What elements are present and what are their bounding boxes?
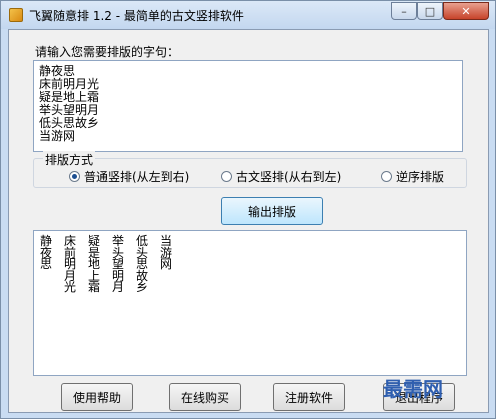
buy-online-button[interactable]: 在线购买 [169, 383, 241, 411]
input-line: 疑是地上霜 [39, 90, 100, 104]
layout-group-label: 排版方式 [43, 151, 96, 168]
output-text-area[interactable]: 静夜思床前明月光疑是地上霜举头望明月低头思故乡当游网 [33, 230, 467, 376]
main-panel: 请输入您需要排版的字句： 静夜思 床前明月光 疑是地上霜 举头望明月 低头思故乡 当游网 … [8, 29, 489, 413]
title-bar[interactable]: 飞翼随意排 1.2 - 最简单的古文竖排软件 – □ ✕ [1, 1, 495, 29]
text-input-area[interactable]: 静夜思 床前明月光 疑是地上霜 举头望明月 低头思故乡 当游网 [33, 60, 463, 152]
output-column: 静夜思 [40, 235, 64, 294]
radio-button[interactable] [221, 171, 232, 182]
window-title: 飞翼随意排 1.2 - 最简单的古文竖排软件 [29, 9, 244, 23]
input-line: 低头思故乡 [39, 116, 100, 130]
output-column: 床前明月光 [64, 235, 88, 294]
input-line: 静夜思 [39, 64, 76, 78]
output-column: 当游网 [160, 235, 184, 294]
input-line: 当游网 [39, 129, 76, 143]
output-column: 举头望明月 [112, 235, 136, 294]
output-char: 霜 [88, 280, 101, 294]
output-char: 光 [64, 280, 77, 294]
input-line: 床前明月光 [39, 77, 100, 91]
output-layout-button[interactable]: 输出排版 [221, 197, 323, 225]
prompt-label: 请输入您需要排版的字句： [35, 45, 180, 59]
help-button[interactable]: 使用帮助 [61, 383, 133, 411]
output-column: 低头思故乡 [136, 235, 160, 294]
input-line: 举头望明月 [39, 103, 100, 117]
app-icon [9, 8, 23, 22]
radio-label: 古文竖排(从右到左) [236, 170, 342, 184]
radio-label: 普通竖排(从左到右) [84, 170, 190, 184]
close-button[interactable]: ✕ [443, 2, 489, 20]
minimize-button[interactable]: – [391, 2, 417, 20]
vertical-text-grid: 静夜思床前明月光疑是地上霜举头望明月低头思故乡当游网 [40, 235, 460, 294]
maximize-button[interactable]: □ [417, 2, 443, 20]
radio-label: 逆序排版 [396, 170, 445, 184]
output-char: 月 [112, 280, 125, 294]
register-button[interactable]: 注册软件 [273, 383, 345, 411]
radio-reverse[interactable]: 逆序排版 [381, 168, 444, 185]
output-column: 疑是地上霜 [88, 235, 112, 294]
radio-button[interactable] [69, 171, 80, 182]
radio-normal-vertical[interactable]: 普通竖排(从左到右) [69, 168, 189, 185]
output-char: 乡 [136, 280, 149, 294]
close-icon: ✕ [461, 4, 471, 18]
radio-classical-vertical[interactable]: 古文竖排(从右到左) [221, 168, 341, 185]
app-window: 飞翼随意排 1.2 - 最简单的古文竖排软件 – □ ✕ 请输入您需要排版的字句… [0, 0, 496, 419]
watermark-text: 最需网 [383, 377, 443, 401]
output-char: 网 [160, 257, 173, 271]
output-char: 思 [40, 257, 53, 271]
maximize-icon: □ [424, 4, 436, 18]
minimize-icon: – [401, 4, 407, 18]
radio-button[interactable] [381, 171, 392, 182]
